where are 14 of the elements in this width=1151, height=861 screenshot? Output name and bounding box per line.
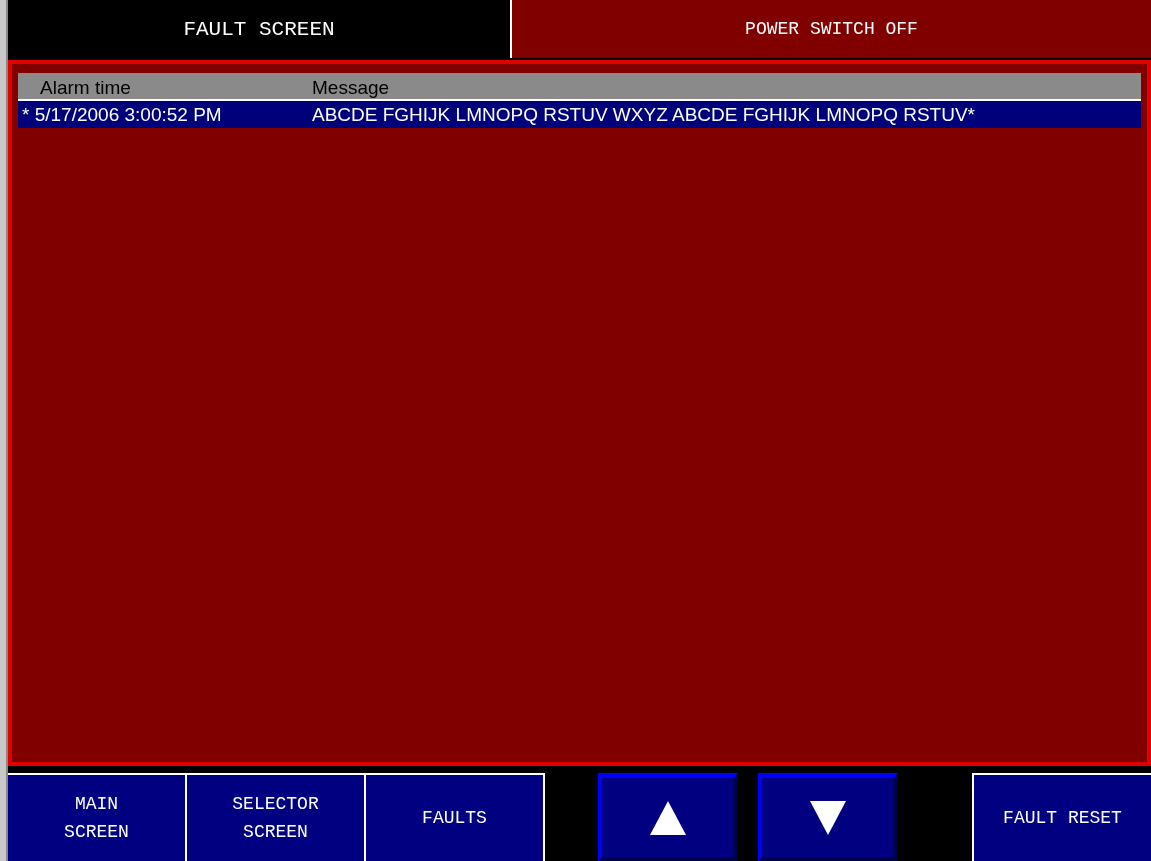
down-triangle-icon xyxy=(810,800,846,835)
column-header: Alarm time xyxy=(39,77,132,99)
up-triangle-icon xyxy=(650,800,686,835)
nav-button[interactable]: MAIN SCREEN xyxy=(8,773,187,861)
alarm-time: * 5/17/2006 3:00:52 PM xyxy=(21,103,223,126)
status-banner: POWER SWITCH OFF xyxy=(510,0,1151,58)
nav-button[interactable]: SELECTOR SCREEN xyxy=(187,773,366,861)
alarm-row[interactable]: * 5/17/2006 3:00:52 PM ABCDE FGHIJK LMNOPQ RSTUV WXYZ ABCDE FGHIJK LMNOPQ RSTUV* xyxy=(18,101,1141,128)
column-header: Message xyxy=(312,77,390,99)
alarm-message: ABCDE FGHIJK LMNOPQ RSTUV WXYZ ABCDE FGHIJK LMNOPQ RSTUV* xyxy=(312,103,975,126)
fault-reset-button[interactable]: FAULT RESET xyxy=(972,773,1151,861)
scroll-up-button[interactable] xyxy=(598,773,738,861)
nav-button[interactable]: FAULTS xyxy=(366,773,545,861)
scroll-down-button[interactable] xyxy=(758,773,898,861)
